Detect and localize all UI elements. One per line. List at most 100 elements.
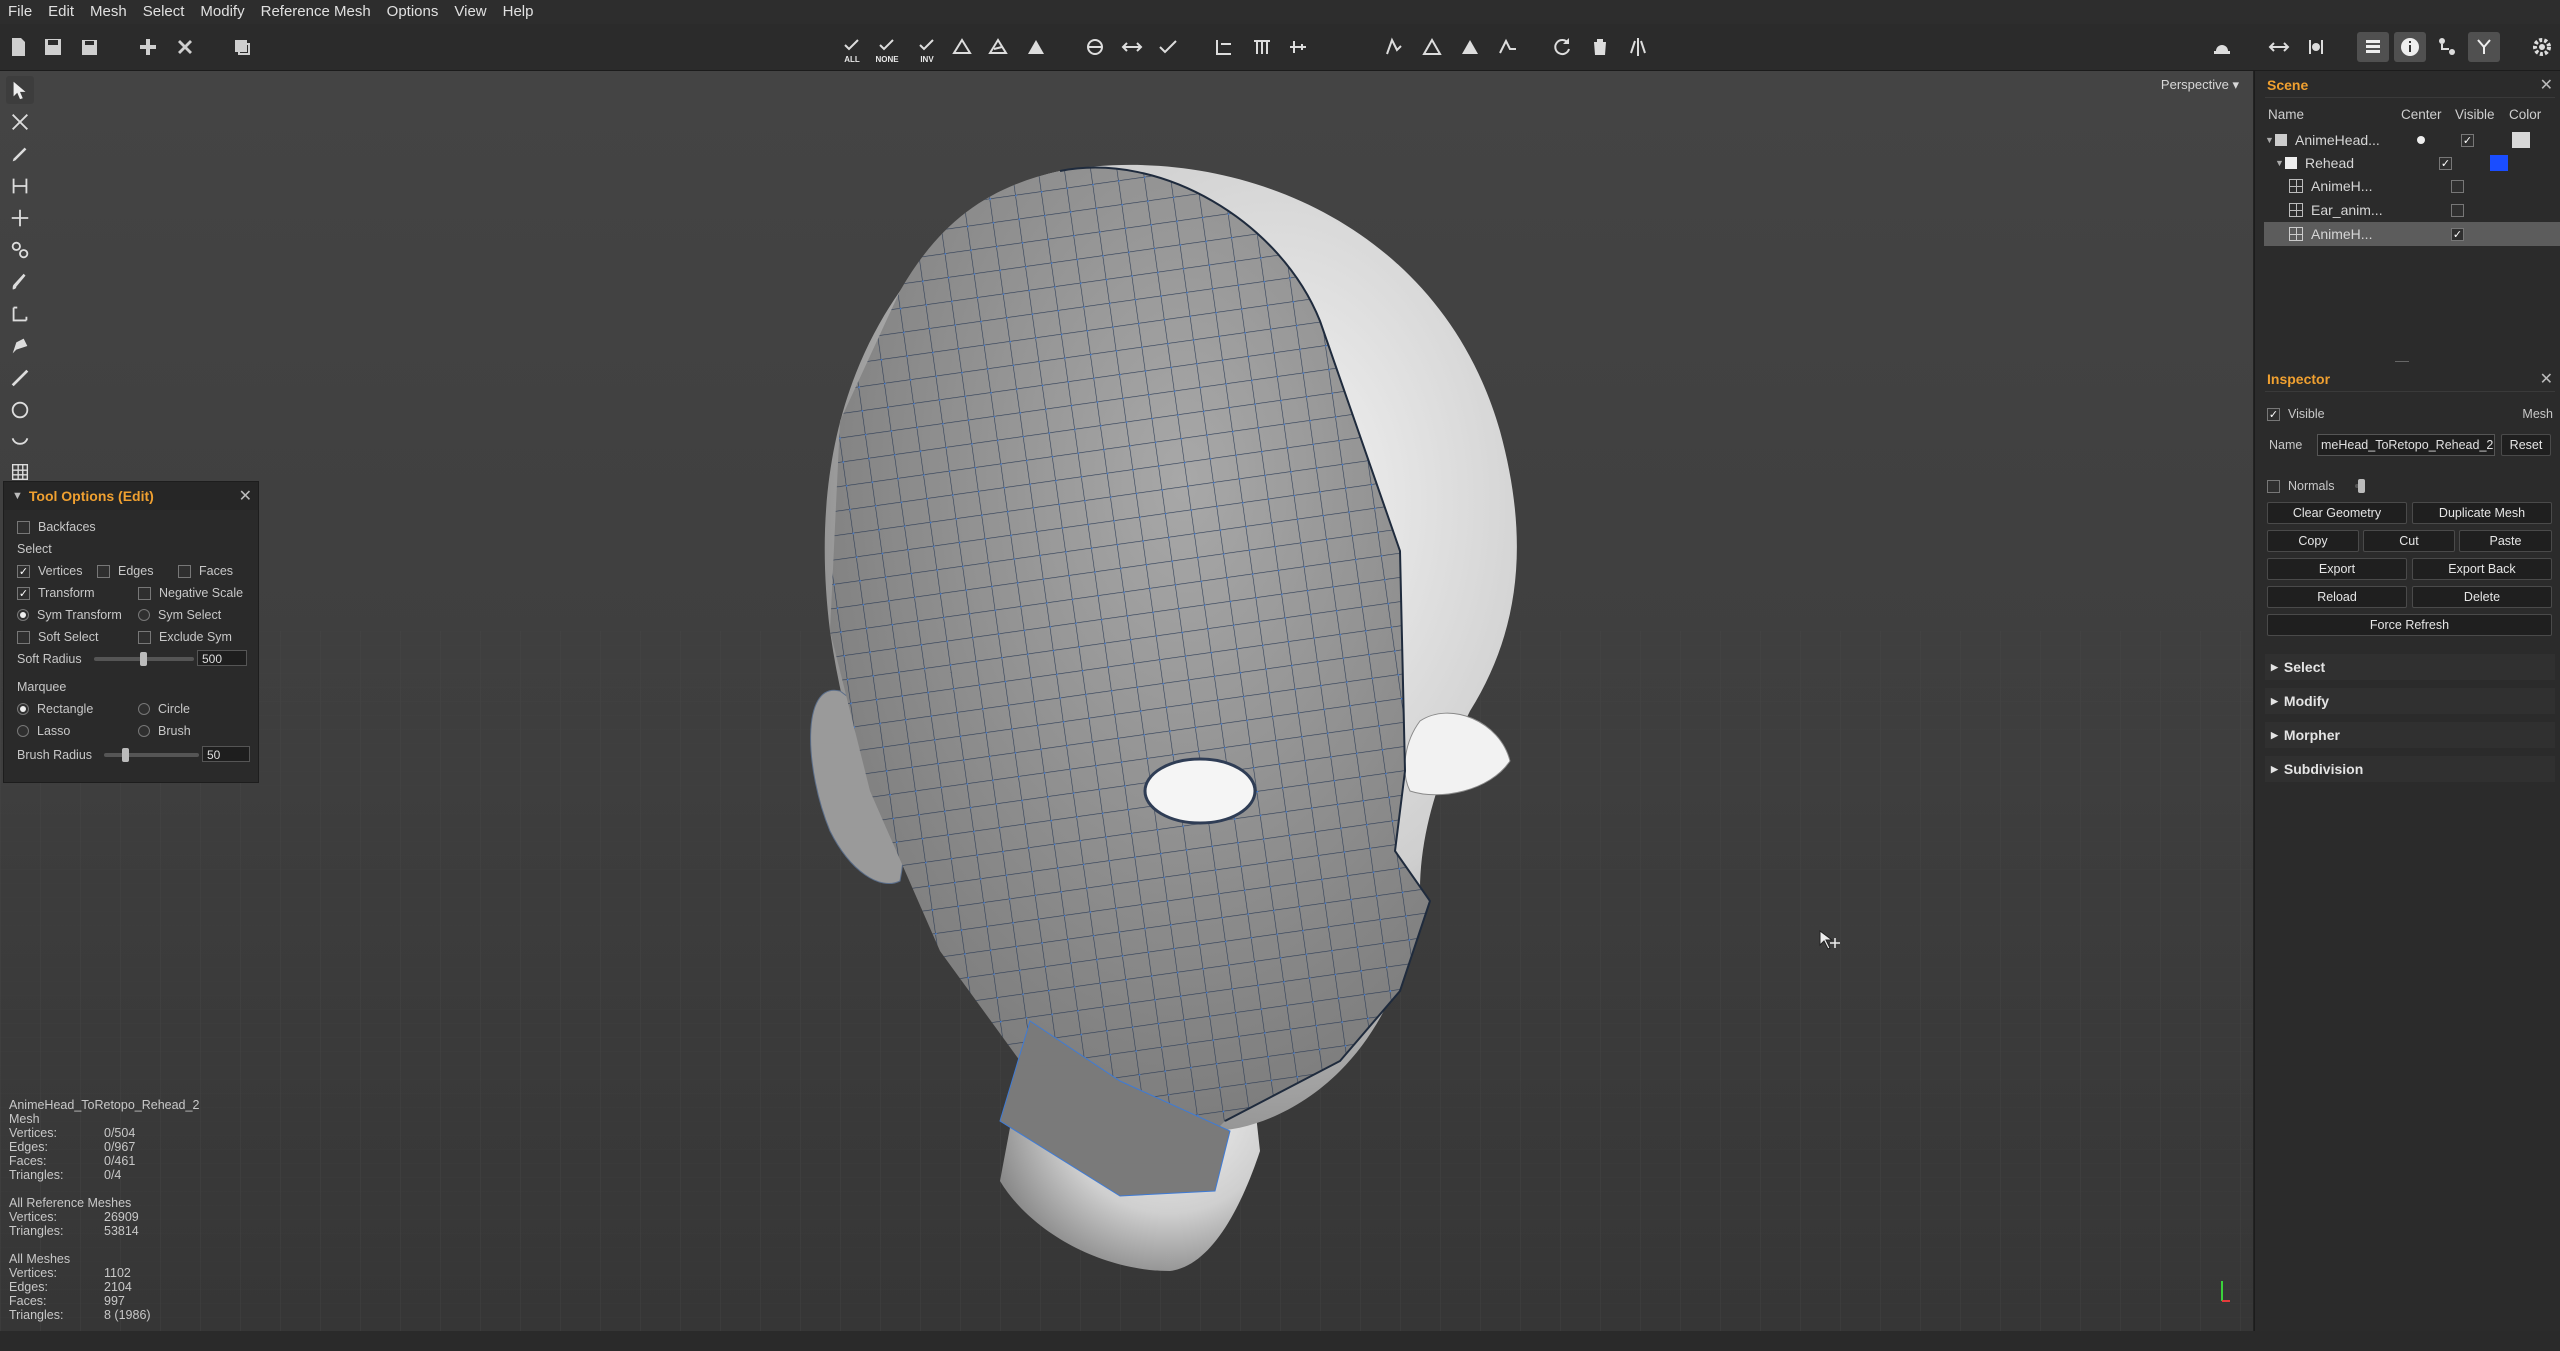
transform-checkbox[interactable]: ✓ Transform [17, 584, 95, 602]
brush-radio[interactable]: Brush [138, 722, 191, 740]
align-icon[interactable] [1246, 32, 1278, 62]
menu-reference-mesh[interactable]: Reference Mesh [253, 0, 379, 24]
rectangle-radio[interactable]: Rectangle [17, 700, 93, 718]
menu-help[interactable]: Help [495, 0, 542, 24]
strip-tool-icon[interactable] [6, 236, 34, 264]
sym-select-radio[interactable]: Sym Select [138, 606, 221, 624]
select-none-icon[interactable]: NONE [871, 32, 903, 64]
paste-button[interactable]: Paste [2459, 530, 2552, 552]
brush-tool-icon[interactable] [6, 268, 34, 296]
reference-icon[interactable] [2468, 32, 2500, 62]
reload-button[interactable]: Reload [2267, 586, 2407, 608]
delete-button[interactable]: Delete [2412, 586, 2552, 608]
normals-checkbox[interactable]: Normals [2267, 477, 2335, 495]
circle-radio[interactable]: Circle [138, 700, 190, 718]
symmetry-icon[interactable] [1622, 32, 1654, 62]
relax-brush-icon[interactable] [6, 428, 34, 456]
menu-options[interactable]: Options [379, 0, 447, 24]
expand-arrow-icon[interactable]: ▼ [2275, 158, 2285, 168]
transform-tool-icon[interactable] [6, 108, 34, 136]
splitter-handle[interactable] [2395, 361, 2409, 362]
menu-view[interactable]: View [446, 0, 494, 24]
cut-button[interactable]: Cut [2363, 530, 2455, 552]
loop-select-icon[interactable] [1079, 32, 1111, 62]
column-header-name[interactable]: Name [2268, 107, 2304, 122]
sym-transform-radio[interactable]: Sym Transform [17, 606, 122, 624]
color-swatch[interactable] [2490, 155, 2508, 171]
export-back-button[interactable]: Export Back [2412, 558, 2552, 580]
color-swatch[interactable] [2512, 132, 2530, 148]
scene-row[interactable]: ▼ Rehead ✓ [2265, 151, 2555, 175]
knife-tool-icon[interactable] [6, 364, 34, 392]
trash-icon[interactable] [1584, 32, 1616, 62]
menu-edit[interactable]: Edit [40, 0, 82, 24]
slider-handle[interactable] [122, 748, 129, 762]
reset-button[interactable]: Reset [2501, 434, 2551, 456]
layers-icon[interactable] [2357, 32, 2389, 62]
visible-checkbox[interactable] [2451, 203, 2464, 217]
move-tool-icon[interactable] [6, 204, 34, 232]
visible-checkbox[interactable]: ✓ [2461, 133, 2474, 147]
expand-arrow-icon[interactable]: ▼ [2265, 135, 2275, 145]
name-input[interactable]: meHead_ToRetopo_Rehead_2 [2317, 434, 2495, 456]
soft-radius-input[interactable]: 500 [197, 650, 247, 666]
column-header-center[interactable]: Center [2401, 107, 2442, 122]
node-tree-icon[interactable] [2431, 32, 2463, 62]
center-dot-icon[interactable] [2417, 136, 2425, 144]
camera-mode-dropdown[interactable]: Perspective ▾ [2161, 77, 2239, 93]
brush-radius-input[interactable]: 50 [202, 746, 250, 762]
negative-scale-checkbox[interactable]: Negative Scale [138, 584, 243, 602]
menu-select[interactable]: Select [135, 0, 193, 24]
inspector-visible-checkbox[interactable]: ✓ Visible [2267, 405, 2325, 423]
quad-tool-icon[interactable] [6, 300, 34, 328]
save-icon[interactable] [37, 32, 69, 62]
brush-radius-slider[interactable] [104, 753, 199, 757]
section-morpher[interactable]: ▶ Morpher [2265, 722, 2555, 748]
column-header-visible[interactable]: Visible [2455, 107, 2495, 122]
fit-view-icon[interactable] [2263, 32, 2295, 62]
circle-tool-icon[interactable] [6, 396, 34, 424]
export-button[interactable]: Export [2267, 558, 2407, 580]
3d-viewport[interactable]: Perspective ▾ AnimeHead_ToRetopo_Rehead_… [0, 71, 2253, 1331]
close-icon[interactable]: ✕ [2540, 369, 2553, 389]
slider-handle[interactable] [2358, 479, 2365, 493]
visible-checkbox[interactable]: ✓ [2451, 227, 2464, 241]
section-select[interactable]: ▶ Select [2265, 654, 2555, 680]
visible-checkbox[interactable]: ✓ [2439, 156, 2452, 170]
snap-icon[interactable] [2300, 32, 2332, 62]
lasso-radio[interactable]: Lasso [17, 722, 70, 740]
select-all-icon[interactable]: ALL [836, 32, 868, 64]
scene-row-selected[interactable]: AnimeH... ✓ [2264, 222, 2560, 246]
pen-tool-icon[interactable] [6, 332, 34, 360]
save-as-icon[interactable] [74, 32, 106, 62]
fill-icon[interactable] [1454, 32, 1486, 62]
faces-checkbox[interactable]: Faces [178, 562, 233, 580]
scene-row[interactable]: AnimeH... [2265, 174, 2555, 198]
add-icon[interactable] [132, 32, 164, 62]
shrink-selection-icon[interactable] [982, 32, 1014, 62]
clear-geometry-button[interactable]: Clear Geometry [2267, 502, 2407, 524]
section-modify[interactable]: ▶ Modify [2265, 688, 2555, 714]
close-icon[interactable]: ✕ [239, 486, 252, 506]
menu-file[interactable]: File [0, 0, 40, 24]
section-subdivision[interactable]: ▶ Subdivision [2265, 756, 2555, 782]
exclude-sym-checkbox[interactable]: Exclude Sym [138, 628, 232, 646]
soft-select-checkbox[interactable]: Soft Select [17, 628, 98, 646]
settings-gear-icon[interactable] [2526, 32, 2558, 62]
scene-row[interactable]: ▼ AnimeHead... ✓ [2265, 128, 2555, 152]
relax-icon[interactable] [1208, 32, 1240, 62]
copy-button[interactable]: Copy [2267, 530, 2359, 552]
select-tool-icon[interactable] [6, 76, 34, 104]
import-icon[interactable] [226, 32, 258, 62]
edges-checkbox[interactable]: Edges [97, 562, 153, 580]
collapse-arrow-icon[interactable]: ▼ [12, 490, 23, 502]
duplicate-mesh-button[interactable]: Duplicate Mesh [2412, 502, 2552, 524]
bridge-icon[interactable] [1492, 32, 1524, 62]
slider-handle[interactable] [140, 652, 147, 666]
refresh-icon[interactable] [1546, 32, 1578, 62]
close-icon[interactable]: ✕ [2540, 75, 2553, 95]
scene-row[interactable]: Ear_anim... [2265, 198, 2555, 222]
new-file-icon[interactable] [2, 32, 34, 62]
menu-modify[interactable]: Modify [192, 0, 252, 24]
dissolve-icon[interactable] [1416, 32, 1448, 62]
